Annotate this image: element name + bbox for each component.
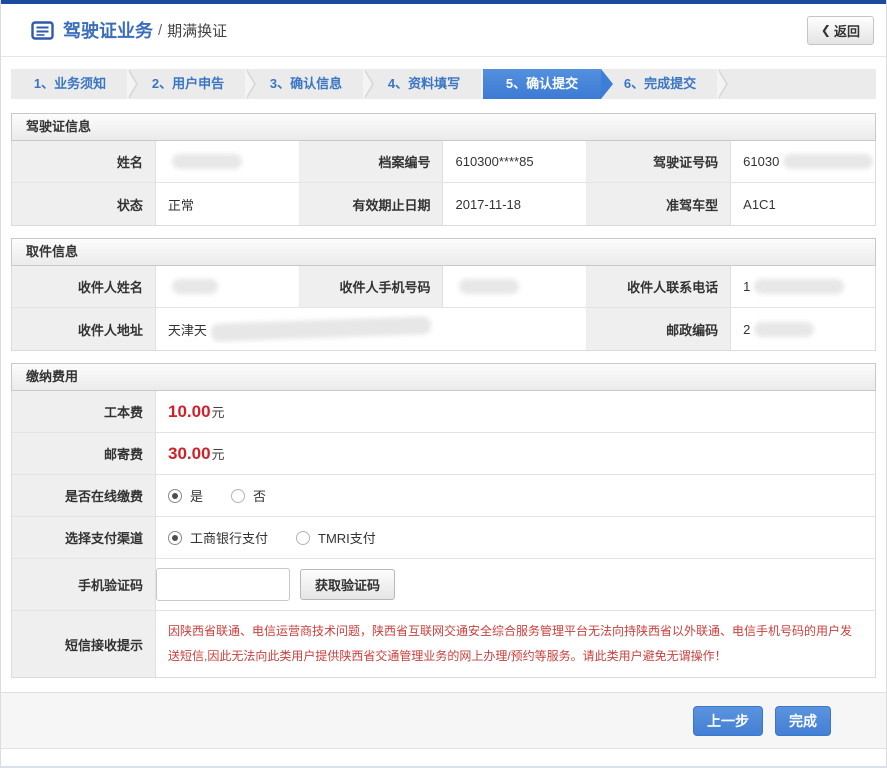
redacted-blur [210, 316, 432, 342]
step-arrow-icon [601, 69, 613, 99]
step-chevron-icon [717, 69, 726, 99]
online-payment-no-radio[interactable]: 否 [231, 486, 266, 505]
step-6-complete-submit: 6、完成提交 [601, 69, 728, 99]
sms-code-row: 获取验证码 [156, 559, 875, 611]
redacted-blur [171, 154, 242, 169]
page-title: 驾驶证业务 [63, 21, 153, 41]
pickup-info-table: 收件人姓名 收件人手机号码 收件人联系电话 1 收件人地址 天津天 邮政编码 2 [11, 266, 876, 351]
license-vehicle-type-value: A1C1 [731, 183, 875, 225]
online-payment-label: 是否在线缴费 [12, 475, 156, 517]
license-info-section: 驾驶证信息 姓名 档案编号 610300****85 驾驶证号码 61030 状… [11, 113, 876, 226]
license-info-title: 驾驶证信息 [11, 113, 876, 141]
sms-code-input[interactable] [156, 568, 290, 601]
radio-selected-icon [168, 488, 182, 503]
license-file-number-value: 610300****85 [443, 141, 588, 183]
license-name-value [155, 141, 300, 183]
step-4-fill-info: 4、资料填写 [365, 69, 492, 99]
mailing-fee-amount: 30.00 [168, 443, 211, 463]
back-button-label: 返回 [833, 23, 860, 39]
production-fee-unit: 元 [211, 405, 225, 420]
recipient-address-value: 天津天 [155, 308, 588, 350]
list-icon [31, 20, 54, 40]
bottom-spacer [1, 749, 886, 766]
page: 驾驶证业务 / 期满换证 ❮ 返回 1、业务须知 2、用户申告 3、确认信息 4… [0, 0, 887, 768]
recipient-name-value [155, 266, 300, 308]
footer-button-panel: 上一步 完成 [1, 692, 886, 749]
redacted-blur [459, 279, 520, 294]
get-code-button[interactable]: 获取验证码 [300, 569, 396, 600]
production-fee-value: 10.00 元 [156, 391, 875, 433]
radio-unselected-icon [231, 488, 246, 503]
back-chevron-icon: ❮ [820, 23, 831, 37]
step-5-confirm-submit-active: 5、确认提交 [483, 69, 613, 99]
finish-button[interactable]: 完成 [775, 705, 831, 736]
license-name-label: 姓名 [12, 141, 156, 183]
radio-selected-icon [168, 530, 182, 545]
step-chevron-icon [363, 69, 372, 99]
channel-tmri-label: TMRI支付 [318, 531, 376, 546]
postal-code-label: 邮政编码 [587, 308, 732, 350]
license-file-number-label: 档案编号 [299, 141, 444, 183]
license-info-table: 姓名 档案编号 610300****85 驾驶证号码 61030 状态 正常 有… [11, 141, 876, 226]
license-number-label: 驾驶证号码 [587, 141, 732, 183]
step-1-business-notes: 1、业务须知 [11, 69, 138, 99]
license-valid-until-label: 有效期止日期 [299, 183, 444, 225]
payment-channel-label: 选择支付渠道 [12, 517, 156, 559]
channel-tmri-radio[interactable]: TMRI支付 [296, 528, 376, 547]
redacted-blur [783, 154, 874, 169]
sms-notice-label: 短信接收提示 [12, 611, 156, 677]
redacted-blur [171, 279, 218, 294]
postal-code-value: 2 [731, 308, 875, 350]
license-number-value: 61030 [731, 141, 875, 183]
header-divider [1, 56, 886, 57]
step-wizard: 1、业务须知 2、用户申告 3、确认信息 4、资料填写 5、确认提交 6、完成提… [11, 69, 876, 99]
step-3-confirm-info: 3、确认信息 [247, 69, 374, 99]
breadcrumb-current: 期满换证 [167, 22, 228, 40]
back-button[interactable]: ❮ 返回 [806, 15, 874, 45]
payment-table: 工本费 10.00 元 邮寄费 30.00 元 是否在线缴费 是 否 选择支付渠… [11, 391, 876, 678]
online-payment-yes-label: 是 [190, 489, 204, 504]
prev-step-button[interactable]: 上一步 [693, 705, 763, 736]
license-valid-until-value: 2017-11-18 [443, 183, 588, 225]
step-2-user-declaration: 2、用户申告 [129, 69, 256, 99]
redacted-blur [754, 321, 815, 337]
mailing-fee-label: 邮寄费 [12, 433, 156, 475]
license-status-label: 状态 [12, 183, 156, 225]
license-status-value: 正常 [155, 183, 300, 225]
recipient-mobile-label: 收件人手机号码 [299, 266, 444, 308]
recipient-phone-label: 收件人联系电话 [587, 266, 732, 308]
recipient-mobile-value [443, 266, 588, 308]
breadcrumb-separator: / [158, 21, 163, 39]
sms-notice-cell: 因陕西省联通、电信运营商技术问题，陕西省互联网交通安全综合服务管理平台无法向持陕… [156, 611, 875, 677]
online-payment-options: 是 否 [156, 475, 875, 517]
recipient-address-label: 收件人地址 [12, 308, 156, 350]
license-vehicle-type-label: 准驾车型 [587, 183, 732, 225]
online-payment-yes-radio[interactable]: 是 [168, 486, 203, 505]
radio-unselected-icon [296, 530, 311, 545]
recipient-phone-value: 1 [731, 266, 875, 308]
production-fee-amount: 10.00 [168, 401, 211, 421]
mailing-fee-unit: 元 [211, 447, 225, 462]
production-fee-label: 工本费 [12, 391, 156, 433]
recipient-name-label: 收件人姓名 [12, 266, 156, 308]
sms-code-label: 手机验证码 [12, 559, 156, 611]
header: 驾驶证业务 / 期满换证 ❮ 返回 [1, 4, 886, 56]
channel-icbc-label: 工商银行支付 [190, 531, 269, 546]
sms-notice-text: 因陕西省联通、电信运营商技术问题，陕西省互联网交通安全综合服务管理平台无法向持陕… [168, 624, 853, 663]
channel-icbc-radio[interactable]: 工商银行支付 [168, 528, 268, 547]
pickup-info-section: 取件信息 收件人姓名 收件人手机号码 收件人联系电话 1 收件人地址 天津天 邮… [11, 238, 876, 351]
online-payment-no-label: 否 [253, 489, 267, 504]
payment-title: 缴纳费用 [11, 363, 876, 391]
step-chevron-icon [245, 69, 254, 99]
mailing-fee-value: 30.00 元 [156, 433, 875, 475]
payment-channel-options: 工商银行支付 TMRI支付 [156, 517, 875, 559]
redacted-blur [754, 279, 845, 294]
pickup-info-title: 取件信息 [11, 238, 876, 266]
payment-section: 缴纳费用 工本费 10.00 元 邮寄费 30.00 元 是否在线缴费 是 否 [11, 363, 876, 678]
step-chevron-icon [127, 69, 136, 99]
